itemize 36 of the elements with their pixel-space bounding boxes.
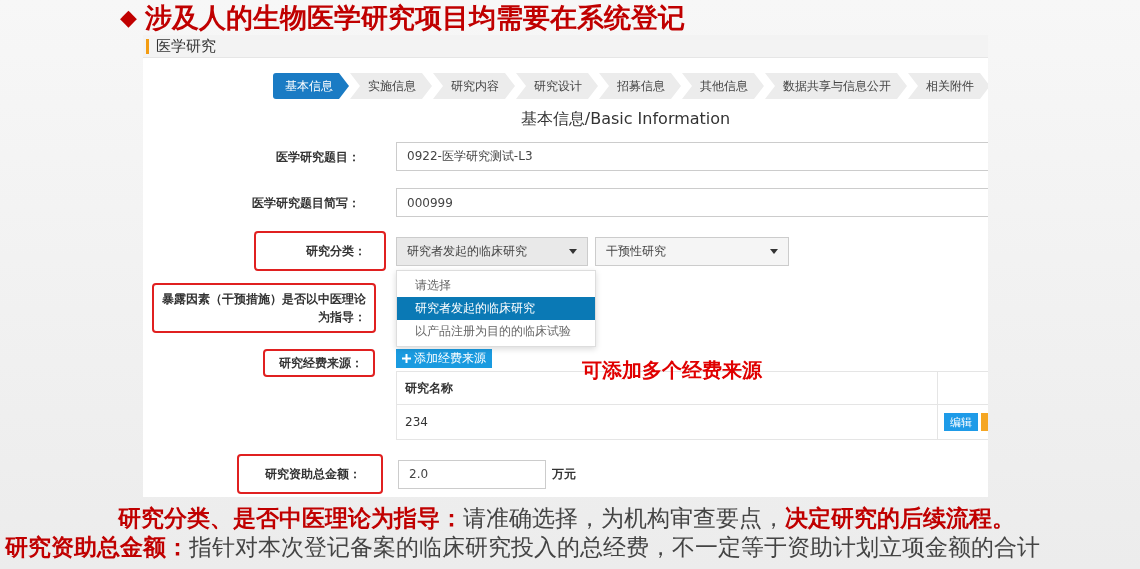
step-tab[interactable]: 数据共享与信息公开 <box>765 73 907 99</box>
field-label: 研究资助总金额： <box>237 454 383 494</box>
section-title: 基本信息/Basic Information <box>519 109 732 130</box>
dropdown-option[interactable]: 以产品注册为目的的临床试验 <box>397 319 595 343</box>
step-tab[interactable]: 相关附件 <box>908 73 988 99</box>
text-field[interactable]: 0922-医学研究测试-L3 <box>396 142 988 171</box>
step-tab[interactable]: 其他信息 <box>682 73 764 99</box>
panel-title: 医学研究 <box>156 36 216 56</box>
text-field[interactable]: 000999 <box>396 188 988 217</box>
unit-label: 万元 <box>552 465 576 483</box>
accent-bar <box>146 38 149 54</box>
field-label: 医学研究题目： <box>275 148 361 166</box>
bullet-mark: ◆ <box>120 5 137 30</box>
caret-icon <box>569 248 577 254</box>
slide-title: 涉及人的生物医学研究项目均需要在系统登记 <box>144 0 685 35</box>
note-text: 研究分类、是否中医理论为指导：请准确选择，为机构审查要点，决定研究的后续流程。 <box>118 504 1015 533</box>
step-tab[interactable]: 研究内容 <box>433 73 515 99</box>
plus-icon <box>402 354 411 363</box>
table-cell-text: 234 <box>404 415 429 429</box>
note-text: 研究资助总金额：指针对本次登记备案的临床研究投入的总经费，不一定等于资助计划立项金额的合计 <box>5 533 1040 562</box>
field-label: 暴露因素（干预措施）是否以中医理论为指导： <box>152 283 376 333</box>
column-header: 研究名称 <box>404 379 454 397</box>
annotation-text: 可添加多个经费来源 <box>582 357 762 384</box>
field-label: 研究经费来源： <box>263 349 375 377</box>
step-tab[interactable]: 研究设计 <box>516 73 598 99</box>
dropdown-option[interactable]: 研究者发起的临床研究 <box>397 296 595 320</box>
step-tab[interactable]: 基本信息 <box>273 73 349 99</box>
select-field[interactable]: 干预性研究 <box>595 236 789 266</box>
amount-field[interactable]: 2.0 <box>398 459 546 489</box>
step-tab[interactable]: 实施信息 <box>350 73 432 99</box>
field-label: 研究分类： <box>254 231 386 271</box>
dropdown-option[interactable]: 请选择 <box>397 273 595 297</box>
select-field[interactable]: 研究者发起的临床研究 <box>396 236 588 266</box>
step-tab[interactable]: 招募信息 <box>599 73 681 99</box>
field-label: 医学研究题目简写： <box>251 194 361 212</box>
caret-icon <box>770 248 778 254</box>
